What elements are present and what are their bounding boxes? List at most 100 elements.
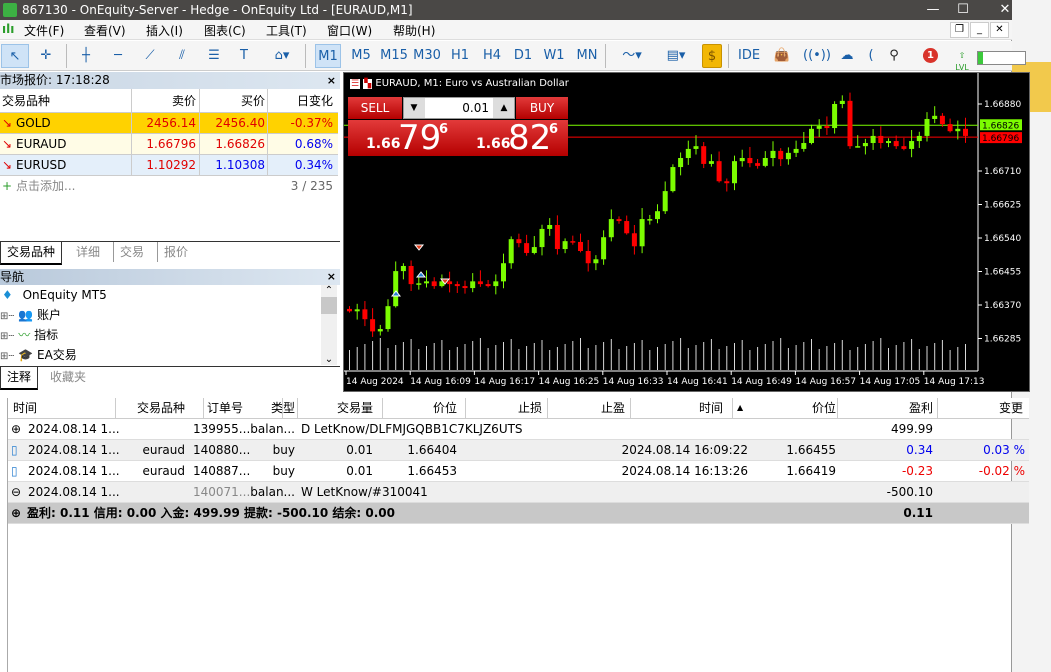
chart-window[interactable]: 1.66880 1.66710 1.66625 1.66540 1.66455 1.663…: [343, 72, 1030, 392]
mdi-close-button[interactable]: ✕: [990, 22, 1009, 38]
close-icon[interactable]: ×: [327, 269, 336, 285]
candle-body: [377, 329, 383, 332]
text-icon[interactable]: T: [234, 44, 254, 68]
menu-tools[interactable]: 工具(T): [266, 22, 307, 39]
trading-dollar-icon[interactable]: $: [702, 44, 722, 68]
shapes-icon[interactable]: ⌂▾: [264, 44, 300, 68]
market-watch-row[interactable]: ↘ GOLD 2456.14 2456.40 -0.37%: [0, 113, 338, 134]
timeframe-w1[interactable]: W1: [541, 44, 567, 68]
nav-item-experts[interactable]: ⊞┄ 🎓 EA交易: [0, 345, 77, 365]
maximize-button[interactable]: ☐: [948, 0, 978, 20]
menu-help[interactable]: 帮助(H): [393, 22, 435, 39]
column-tp[interactable]: 止盈: [601, 398, 625, 418]
expand-icon[interactable]: ⊞┄: [0, 311, 14, 322]
column-symbol[interactable]: 交易品种: [2, 89, 50, 113]
fibonacci-icon[interactable]: ☰: [202, 44, 226, 68]
market-watch-row[interactable]: ↘ EURAUD 1.66796 1.66826 0.68%: [0, 134, 338, 155]
history-row[interactable]: ⊕ 2024.08.14 1... 139955... balan... D Le…: [7, 419, 1029, 440]
history-row[interactable]: ⊖ 2024.08.14 1... 140071... balan... W Le…: [7, 482, 1029, 503]
buy-button[interactable]: BUY: [516, 97, 568, 119]
timeframe-m5[interactable]: M5: [348, 44, 374, 68]
crosshair-icon[interactable]: ✛: [33, 44, 59, 68]
column-volume[interactable]: 交易量: [337, 398, 373, 418]
chart-menu-icon[interactable]: ☰: [350, 79, 361, 89]
trendline-icon[interactable]: ⟋: [138, 44, 162, 68]
mdi-minimize-button[interactable]: _: [970, 22, 989, 38]
timeframe-h1[interactable]: H1: [447, 44, 473, 68]
horizontal-line-icon[interactable]: ─: [106, 44, 130, 68]
indicators-icon[interactable]: ▤▾: [656, 44, 696, 68]
candle-body: [855, 146, 861, 148]
market-watch-row[interactable]: ↘ EURUSD 1.10292 1.10308 0.34%: [0, 155, 338, 176]
lot-increase-button[interactable]: ▲: [494, 98, 514, 118]
lot-decrease-button[interactable]: ▼: [404, 98, 424, 118]
chart-menu-icon[interactable]: ılı: [2, 22, 14, 36]
sell-price-button[interactable]: 1.66 79 6: [348, 118, 461, 158]
candle-body: [916, 135, 922, 142]
level-icon[interactable]: ⇧ LVL: [952, 44, 972, 72]
search-icon[interactable]: ⚲: [884, 44, 904, 68]
menu-window[interactable]: 窗口(W): [327, 22, 372, 39]
buy-price-button[interactable]: 1.66 82 6: [460, 118, 568, 158]
account-icon[interactable]: ◔1: [914, 44, 942, 68]
timeframe-h4[interactable]: H4: [479, 44, 505, 68]
history-row[interactable]: ▯ 2024.08.14 1... euraud 140880... buy 0.…: [7, 440, 1029, 461]
menu-charts[interactable]: 图表(C): [204, 22, 246, 39]
collapse-icon[interactable]: ⊕: [11, 503, 21, 523]
column-ticket[interactable]: 订单号: [207, 398, 243, 418]
nav-item-accounts[interactable]: ⊞┄ 👥 账户: [0, 305, 61, 325]
add-symbol-row[interactable]: + 点击添加... 3 / 235: [0, 176, 338, 197]
tab-favorites[interactable]: 收藏夹: [44, 367, 92, 387]
tab-trading[interactable]: 交易: [113, 242, 150, 262]
column-sl[interactable]: 止损: [518, 398, 542, 418]
ide-button[interactable]: IDE: [738, 44, 760, 68]
add-symbol-label[interactable]: 点击添加...: [16, 176, 75, 196]
minimize-button[interactable]: —: [918, 0, 948, 20]
market-bag-icon[interactable]: 👜: [772, 44, 792, 68]
nav-item-indicators[interactable]: ⊞┄ 〰 指标: [0, 325, 58, 345]
sell-button[interactable]: SELL: [348, 97, 402, 119]
mdi-restore-button[interactable]: ❐: [950, 22, 969, 38]
tab-details[interactable]: 详细: [70, 242, 106, 262]
timeframe-mn[interactable]: MN: [574, 44, 600, 68]
navigator-scrollbar[interactable]: ⌃ ⌄: [321, 285, 337, 365]
history-row[interactable]: ▯ 2024.08.14 1... euraud 140887... buy 0.…: [7, 461, 1029, 482]
column-symbol[interactable]: 交易品种: [137, 398, 185, 418]
menu-file[interactable]: 文件(F): [24, 22, 64, 39]
close-button[interactable]: ✕: [990, 0, 1020, 20]
nav-root[interactable]: ♦ OnEquity MT5: [0, 285, 107, 305]
tab-ticks[interactable]: 报价: [157, 242, 194, 262]
timeframe-d1[interactable]: D1: [510, 44, 536, 68]
timeframe-m15[interactable]: M15: [379, 44, 409, 68]
lot-size-input[interactable]: 0.01: [425, 98, 493, 118]
broadcast-icon[interactable]: (: [866, 44, 876, 68]
column-close-price[interactable]: 价位: [812, 398, 836, 418]
row-profit: 499.99: [891, 422, 933, 436]
lot-size-stepper[interactable]: ▼ 0.01 ▲: [403, 97, 515, 119]
vps-cloud-icon[interactable]: ☁: [836, 44, 858, 68]
column-change[interactable]: 变更: [999, 398, 1023, 418]
bid-price: 2456.14: [146, 116, 196, 130]
close-icon[interactable]: ×: [327, 72, 336, 89]
menu-insert[interactable]: 插入(I): [146, 22, 183, 39]
column-bid[interactable]: 卖价: [172, 89, 196, 113]
chart-type-icon[interactable]: 〜▾: [614, 44, 650, 68]
column-ask[interactable]: 买价: [241, 89, 265, 113]
timeframe-m30[interactable]: M30: [412, 44, 442, 68]
bid-price: 1.10292: [146, 158, 196, 172]
timeframe-m1[interactable]: M1: [315, 44, 341, 68]
column-change[interactable]: 日变化: [297, 89, 333, 113]
menu-view[interactable]: 查看(V): [84, 22, 126, 39]
vertical-line-icon[interactable]: ┼: [74, 44, 98, 68]
column-close-time[interactable]: 时间: [699, 398, 723, 418]
column-price[interactable]: 价位: [433, 398, 457, 418]
tab-symbols[interactable]: 交易品种: [0, 242, 63, 265]
column-profit[interactable]: 盈利: [909, 398, 933, 418]
signals-icon[interactable]: ((•)): [803, 44, 831, 68]
expand-icon[interactable]: ⊞┄: [0, 331, 14, 342]
tab-common[interactable]: 注释: [0, 367, 39, 390]
expand-icon[interactable]: ⊞┄: [0, 351, 14, 362]
column-time[interactable]: 时间: [13, 398, 37, 418]
cursor-icon[interactable]: ↖: [1, 44, 29, 68]
channel-icon[interactable]: ⫽: [170, 44, 194, 68]
